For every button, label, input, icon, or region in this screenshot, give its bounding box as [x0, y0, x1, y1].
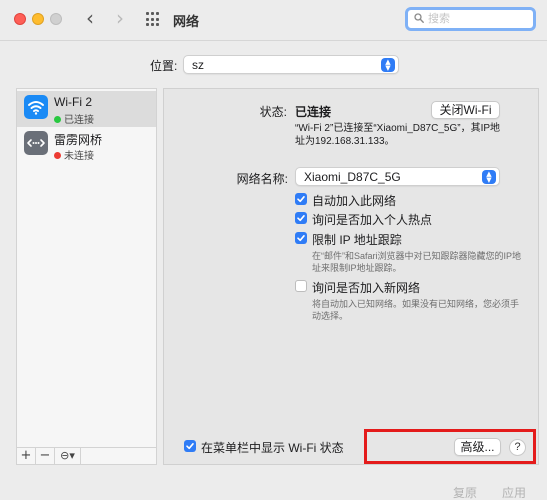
annotation-highlight-box [364, 429, 536, 464]
show-all-grid-icon[interactable] [146, 12, 161, 27]
limit-ip-tracking-checkbox[interactable] [295, 232, 307, 244]
ask-new-networks-description: 将自动加入已知网络。如果没有已知网络，您必须手动选择。 [312, 299, 520, 321]
service-item-thunderbolt-bridge[interactable]: 雷雳网桥 未连接 [17, 127, 156, 163]
updown-chevron-icon: ▲ ▼ [381, 58, 395, 72]
apply-button[interactable]: 应用 [502, 484, 526, 500]
service-status: 未连接 [54, 147, 94, 162]
service-name: 雷雳网桥 [54, 133, 103, 147]
auto-join-checkbox[interactable] [295, 193, 307, 205]
status-label: 状态: [259, 105, 287, 119]
search-field[interactable] [405, 7, 536, 31]
limit-ip-tracking-description: 在“邮件”和Safari浏览器中对已知跟踪器隐藏您的IP地址来限制IP地址跟踪。 [312, 251, 522, 273]
remove-service-button[interactable]: − [36, 448, 55, 464]
close-window-button[interactable] [14, 13, 26, 25]
status-dot-icon [54, 116, 61, 123]
search-input[interactable] [428, 10, 528, 28]
window-title: 网络 [173, 14, 200, 29]
ask-hotspot-checkbox[interactable] [295, 212, 307, 224]
location-label: 位置: [150, 59, 178, 73]
checkmark-icon [186, 443, 194, 450]
checkmark-icon [297, 235, 305, 242]
wifi-icon [24, 95, 48, 119]
ask-new-networks-checkbox[interactable] [295, 280, 307, 292]
show-in-menubar-checkbox[interactable] [184, 440, 196, 452]
checkmark-icon [297, 215, 305, 222]
add-service-button[interactable]: + [17, 448, 36, 464]
service-name: Wi-Fi 2 [54, 95, 92, 109]
network-name-label: 网络名称: [236, 172, 288, 186]
ask-new-networks-label: 询问是否加入新网络 [312, 281, 421, 295]
show-in-menubar-label: 在菜单栏中显示 Wi-Fi 状态 [201, 441, 344, 455]
title-bar-divider [0, 40, 547, 41]
service-status: 已连接 [54, 111, 94, 126]
title-bar: ‹ › 网络 [0, 0, 547, 40]
network-name-value: Xiaomi_D87C_5G [304, 170, 401, 184]
auto-join-label: 自动加入此网络 [312, 194, 397, 208]
back-chevron-icon[interactable]: ‹ [80, 8, 100, 29]
location-select[interactable]: sz ▲ ▼ [183, 55, 399, 74]
minimize-window-button[interactable] [32, 13, 44, 25]
zoom-window-button[interactable] [50, 13, 62, 25]
limit-ip-tracking-label: 限制 IP 地址跟踪 [312, 233, 402, 247]
network-service-list: Wi-Fi 2 已连接 雷雳网桥 未连接 [16, 88, 157, 448]
updown-chevron-icon: ▲ ▼ [482, 170, 496, 184]
checkmark-icon [297, 196, 305, 203]
forward-chevron-icon[interactable]: › [110, 8, 130, 29]
search-icon [414, 13, 424, 23]
service-item-wifi[interactable]: Wi-Fi 2 已连接 [17, 91, 156, 127]
thunderbolt-bridge-icon [24, 131, 48, 155]
turn-off-wifi-button[interactable]: 关闭Wi-Fi [431, 101, 500, 119]
status-value: 已连接 [295, 105, 332, 119]
status-description: “Wi-Fi 2”已连接至“Xiaomi_D87C_5G”，其IP地址为192.… [295, 123, 501, 147]
service-list-toolbar: + − ⊖▾ [16, 448, 157, 465]
action-menu-button[interactable]: ⊖▾ [55, 448, 81, 464]
status-dot-icon [54, 152, 61, 159]
location-value: sz [192, 58, 204, 72]
ask-hotspot-label: 询问是否加入个人热点 [312, 213, 433, 227]
network-name-select[interactable]: Xiaomi_D87C_5G ▲ ▼ [295, 167, 500, 186]
revert-button[interactable]: 复原 [453, 484, 477, 500]
